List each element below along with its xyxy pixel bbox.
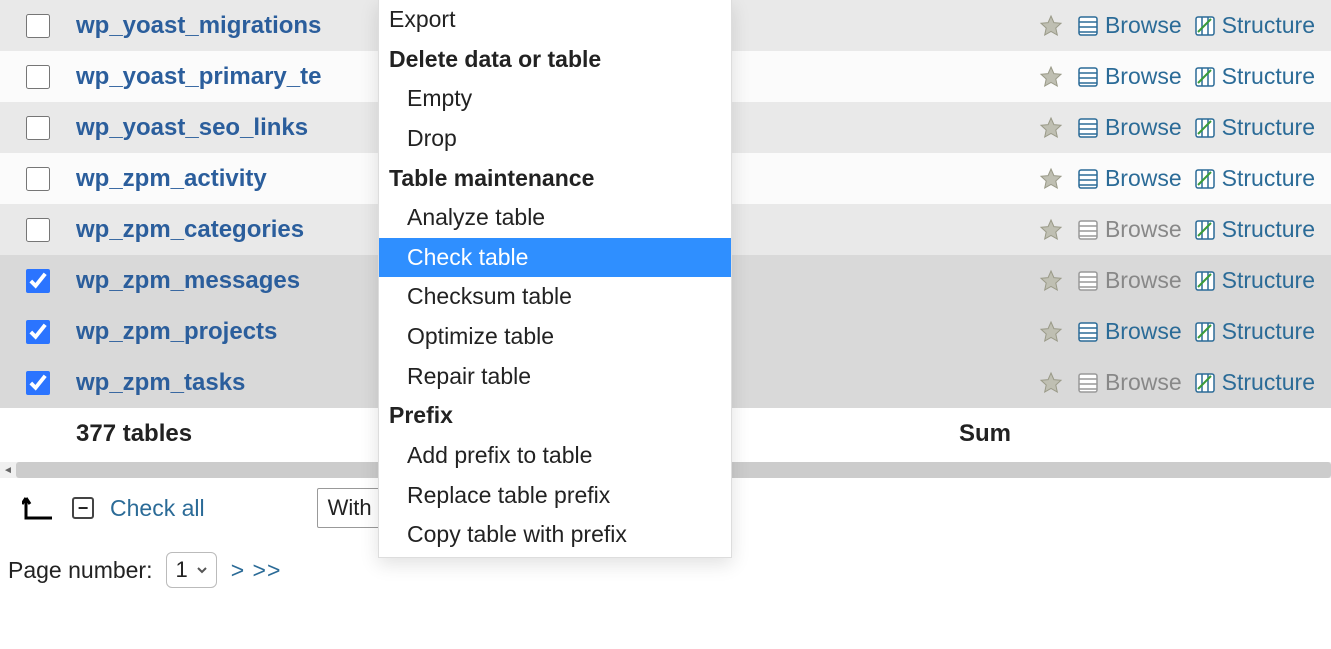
row-checkbox[interactable] <box>26 269 50 293</box>
favorite-star-icon[interactable] <box>1031 269 1071 293</box>
structure-action[interactable]: Structure <box>1188 267 1321 294</box>
browse-icon <box>1077 270 1099 292</box>
structure-action[interactable]: Structure <box>1188 369 1321 396</box>
structure-action[interactable]: Structure <box>1188 114 1321 141</box>
row-checkbox[interactable] <box>26 14 50 38</box>
structure-icon <box>1194 66 1216 88</box>
browse-action[interactable]: Browse <box>1071 318 1188 345</box>
structure-icon <box>1194 219 1216 241</box>
row-checkbox[interactable] <box>26 218 50 242</box>
browse-icon <box>1077 15 1099 37</box>
structure-action[interactable]: Structure <box>1188 63 1321 90</box>
browse-icon <box>1077 219 1099 241</box>
sum-label: Sum <box>959 420 1331 448</box>
favorite-star-icon[interactable] <box>1031 320 1071 344</box>
menu-item[interactable]: Repair table <box>379 357 731 397</box>
structure-action[interactable]: Structure <box>1188 216 1321 243</box>
structure-icon <box>1194 372 1216 394</box>
page-number-value: 1 <box>175 557 187 583</box>
row-checkbox[interactable] <box>26 116 50 140</box>
menu-item[interactable]: Add prefix to table <box>379 436 731 476</box>
structure-icon <box>1194 270 1216 292</box>
structure-icon <box>1194 117 1216 139</box>
structure-icon <box>1194 321 1216 343</box>
menu-group-title: Delete data or table <box>379 40 731 80</box>
menu-item[interactable]: Replace table prefix <box>379 476 731 516</box>
structure-icon <box>1194 168 1216 190</box>
browse-icon <box>1077 372 1099 394</box>
row-checkbox[interactable] <box>26 320 50 344</box>
arrow-up-left-icon <box>22 494 56 522</box>
row-checkbox[interactable] <box>26 167 50 191</box>
with-selected-menu: Export Delete data or tableEmptyDropTabl… <box>378 0 732 558</box>
browse-icon <box>1077 66 1099 88</box>
menu-group-title: Table maintenance <box>379 159 731 199</box>
menu-item[interactable]: Copy table with prefix <box>379 515 731 555</box>
next-page-link[interactable]: > >> <box>231 557 282 584</box>
menu-item[interactable]: Check table <box>379 238 731 278</box>
favorite-star-icon[interactable] <box>1031 218 1071 242</box>
structure-action[interactable]: Structure <box>1188 318 1321 345</box>
page-number-label: Page number: <box>8 557 152 584</box>
structure-action[interactable]: Structure <box>1188 12 1321 39</box>
menu-item[interactable]: Checksum table <box>379 277 731 317</box>
browse-icon <box>1077 117 1099 139</box>
row-checkbox[interactable] <box>26 65 50 89</box>
favorite-star-icon[interactable] <box>1031 65 1071 89</box>
menu-item[interactable]: Drop <box>379 119 731 159</box>
menu-item[interactable]: Empty <box>379 79 731 119</box>
chevron-down-icon <box>196 564 208 576</box>
select-all-toggle-icon[interactable]: − <box>72 497 94 519</box>
browse-action[interactable]: Browse <box>1071 63 1188 90</box>
menu-group-title: Prefix <box>379 396 731 436</box>
structure-icon <box>1194 15 1216 37</box>
row-checkbox[interactable] <box>26 371 50 395</box>
browse-action[interactable]: Browse <box>1071 114 1188 141</box>
page-number-select[interactable]: 1 <box>166 552 216 588</box>
menu-item[interactable]: Analyze table <box>379 198 731 238</box>
browse-action[interactable]: Browse <box>1071 165 1188 192</box>
structure-action[interactable]: Structure <box>1188 165 1321 192</box>
favorite-star-icon[interactable] <box>1031 116 1071 140</box>
menu-item-export[interactable]: Export <box>379 0 731 40</box>
menu-item[interactable]: Optimize table <box>379 317 731 357</box>
browse-action[interactable]: Browse <box>1071 12 1188 39</box>
browse-action[interactable]: Browse <box>1071 267 1188 294</box>
favorite-star-icon[interactable] <box>1031 371 1071 395</box>
tables-list: wp_yoast_migrations Browse Structure wp_… <box>0 0 1331 602</box>
browse-action[interactable]: Browse <box>1071 369 1188 396</box>
browse-icon <box>1077 321 1099 343</box>
browse-icon <box>1077 168 1099 190</box>
favorite-star-icon[interactable] <box>1031 167 1071 191</box>
check-all-link[interactable]: Check all <box>110 495 205 522</box>
favorite-star-icon[interactable] <box>1031 14 1071 38</box>
browse-action[interactable]: Browse <box>1071 216 1188 243</box>
